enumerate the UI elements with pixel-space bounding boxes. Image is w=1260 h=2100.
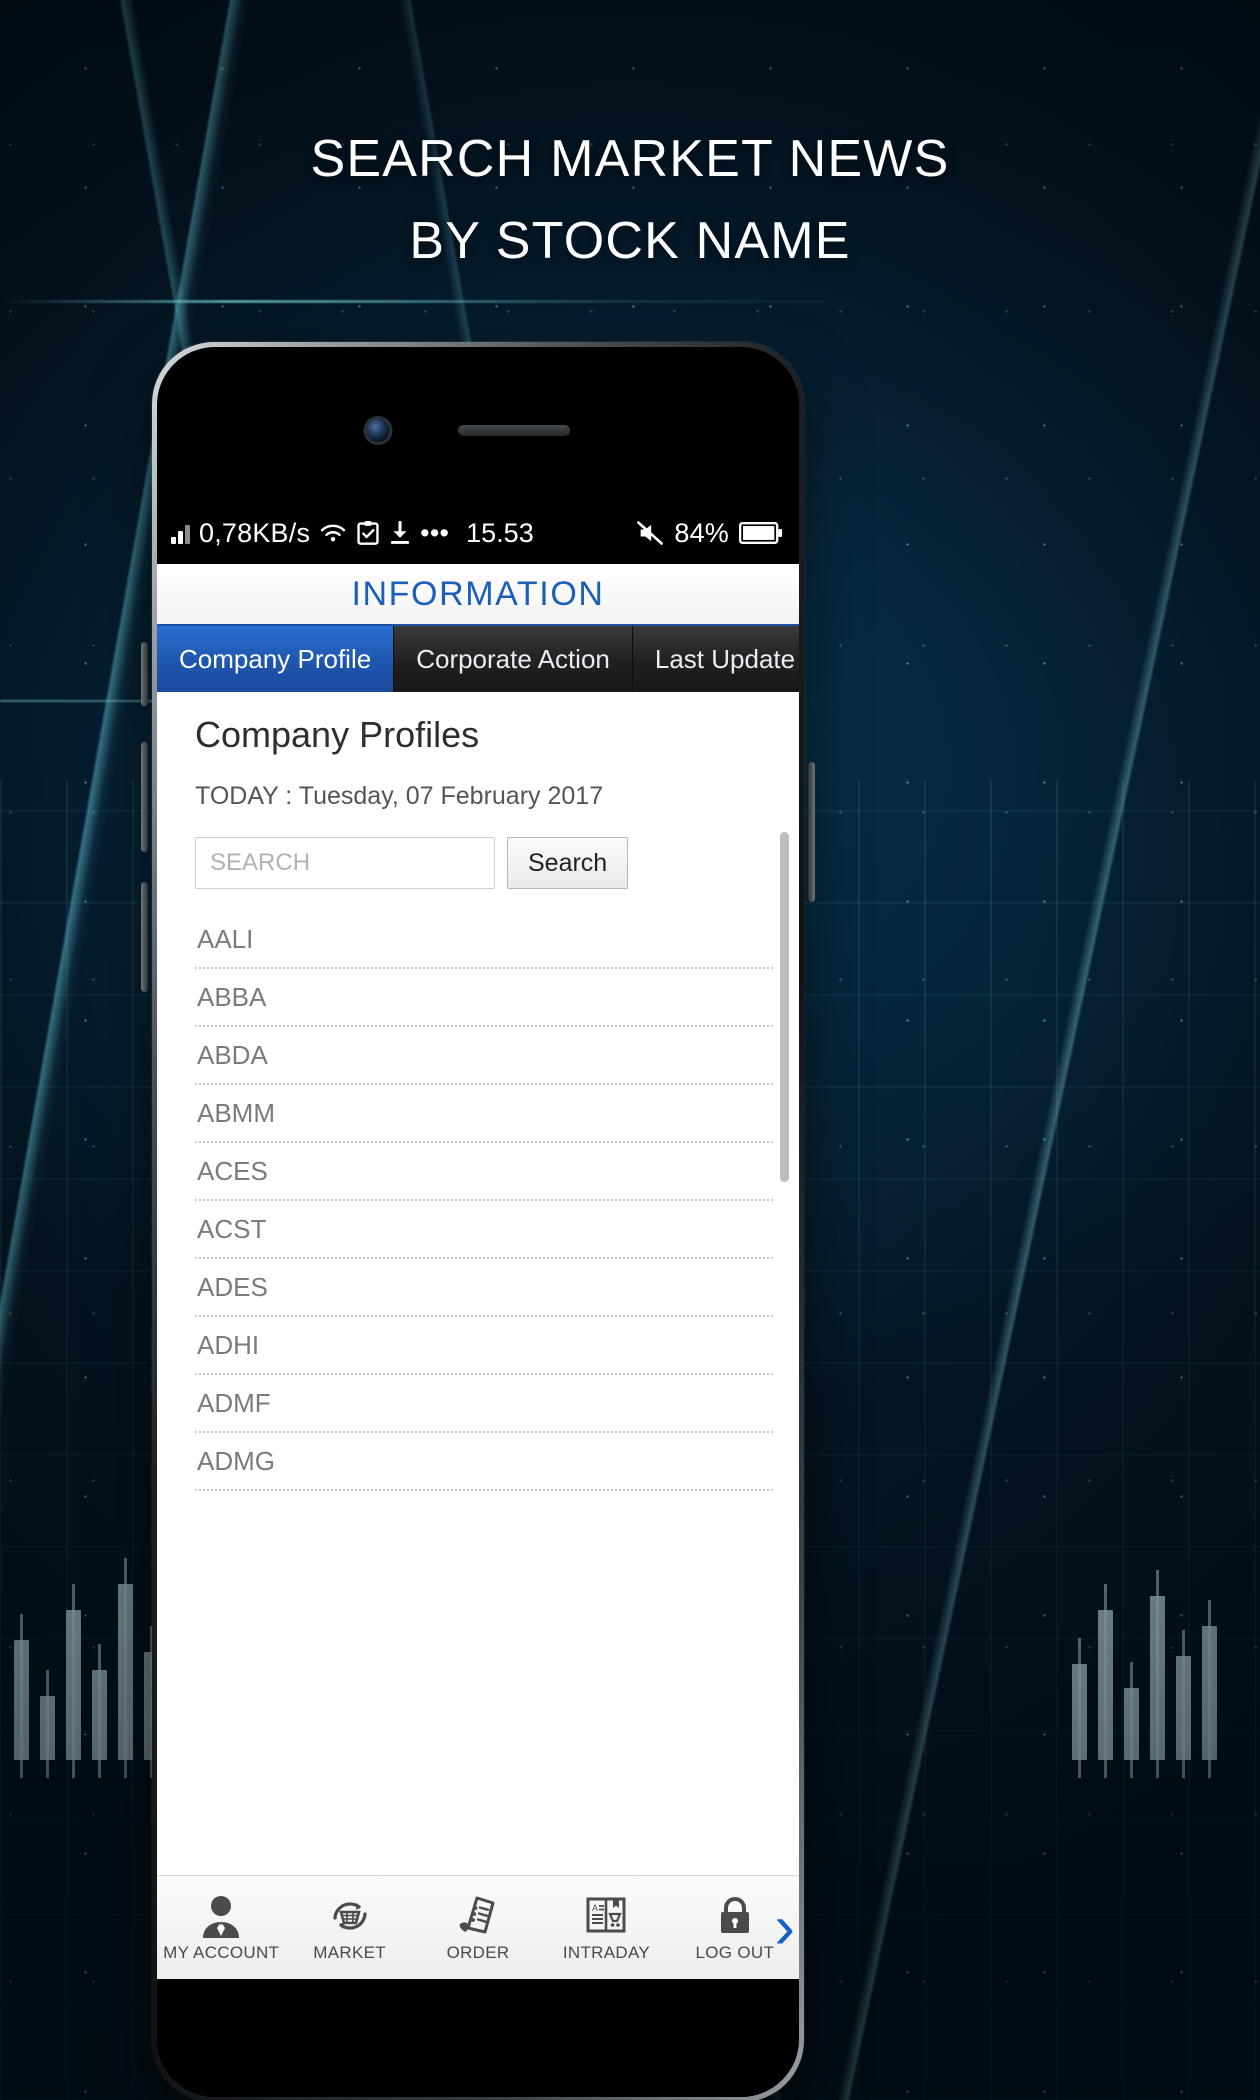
promo-stage: SEARCH MARKET NEWS BY STOCK NAME 0,78KB/… bbox=[0, 0, 1260, 2100]
list-item[interactable]: ABDA bbox=[195, 1027, 773, 1085]
user-account-icon bbox=[198, 1892, 244, 1938]
nav-item-my-account[interactable]: MY ACCOUNT bbox=[157, 1892, 285, 1963]
vertical-scrollbar[interactable] bbox=[780, 832, 789, 1182]
download-icon bbox=[389, 520, 411, 546]
list-item[interactable]: ABMM bbox=[195, 1085, 773, 1143]
content-heading: Company Profiles bbox=[195, 714, 480, 755]
nav-item-market[interactable]: MARKET bbox=[285, 1892, 413, 1963]
tab-corporate-action-label: Corporate Action bbox=[416, 643, 610, 674]
nav-item-intraday-label: INTRADAY bbox=[562, 1943, 650, 1962]
mute-icon bbox=[636, 520, 664, 546]
tab-last-update-label: Last Update bbox=[654, 643, 796, 674]
list-item[interactable]: ACST bbox=[195, 1201, 773, 1259]
bottom-navigation-bar: MY ACCOUNT MARKET ORDER A INTRADAY LOG O… bbox=[157, 1875, 799, 1979]
stock-ticker-label: ACES bbox=[197, 1155, 268, 1186]
front-camera-icon bbox=[366, 419, 390, 442]
battery-icon bbox=[739, 521, 783, 545]
tab-last-update[interactable]: Last Update bbox=[632, 626, 799, 692]
list-item[interactable]: ADHI bbox=[195, 1317, 773, 1375]
phone-body: 0,78KB/s ••• 15.53 84% INFORMATION Compa… bbox=[157, 347, 799, 2097]
list-item[interactable]: ABBA bbox=[195, 969, 773, 1027]
search-button[interactable]: Search bbox=[507, 837, 629, 889]
content-panel: Company Profiles TODAY : Tuesday, 07 Feb… bbox=[157, 692, 799, 1875]
list-item[interactable]: AALI bbox=[195, 911, 773, 969]
app-container: INFORMATION Company Profile Corporate Ac… bbox=[157, 564, 799, 1979]
earpiece-speaker bbox=[458, 425, 570, 436]
phone-screen: 0,78KB/s ••• 15.53 84% INFORMATION Compa… bbox=[157, 502, 799, 1979]
tab-bar: Company Profile Corporate Action Last Up… bbox=[157, 626, 799, 692]
battery-percent-label: 84% bbox=[674, 517, 729, 548]
today-date-label: TODAY : Tuesday, 07 February 2017 bbox=[195, 782, 604, 810]
wifi-icon bbox=[319, 522, 347, 544]
list-item[interactable]: ADMG bbox=[195, 1433, 773, 1491]
intraday-book-icon: A bbox=[583, 1892, 629, 1938]
phone-bottom-bezel bbox=[157, 1979, 799, 2097]
promo-headline-line-1: SEARCH MARKET NEWS bbox=[310, 130, 950, 188]
phone-mute-switch bbox=[141, 642, 148, 706]
nav-next-chevron-icon[interactable]: › bbox=[774, 1896, 795, 1959]
list-item[interactable]: ADES bbox=[195, 1259, 773, 1317]
padlock-icon bbox=[714, 1892, 756, 1938]
page-title: INFORMATION bbox=[351, 574, 605, 613]
clipboard-check-icon bbox=[356, 520, 380, 546]
stock-ticker-label: AALI bbox=[197, 923, 254, 954]
phone-power-button bbox=[808, 762, 815, 902]
search-row: Search bbox=[195, 837, 773, 889]
network-speed-label: 0,78KB/s bbox=[199, 517, 311, 548]
phone-mockup: 0,78KB/s ••• 15.53 84% INFORMATION Compa… bbox=[141, 342, 815, 2100]
nav-item-my-account-label: MY ACCOUNT bbox=[163, 1943, 280, 1962]
stock-ticker-label: ABMM bbox=[197, 1097, 275, 1128]
tab-company-profile[interactable]: Company Profile bbox=[157, 626, 395, 692]
nav-item-intraday[interactable]: A INTRADAY bbox=[542, 1892, 670, 1963]
list-item[interactable]: ACES bbox=[195, 1143, 773, 1201]
stock-ticker-label: ADMG bbox=[197, 1445, 275, 1476]
signal-bars-icon bbox=[171, 522, 190, 544]
stock-ticker-label: ADHI bbox=[197, 1329, 260, 1360]
stock-ticker-label: ADMF bbox=[197, 1387, 271, 1418]
status-bar: 0,78KB/s ••• 15.53 84% bbox=[157, 502, 799, 564]
stock-ticker-label: ABBA bbox=[197, 981, 267, 1012]
promo-headline: SEARCH MARKET NEWS BY STOCK NAME bbox=[0, 118, 1260, 282]
app-header: INFORMATION bbox=[157, 564, 799, 626]
nav-item-market-label: MARKET bbox=[313, 1943, 386, 1962]
svg-text:A: A bbox=[592, 1903, 598, 1913]
nav-item-log-out-label: LOG OUT bbox=[695, 1943, 775, 1962]
stock-list: AALI ABBA ABDA ABMM ACES ACST ADES ADHI … bbox=[195, 911, 773, 1491]
stock-ticker-label: ADES bbox=[197, 1271, 268, 1302]
more-dots-icon: ••• bbox=[420, 517, 450, 548]
order-list-icon bbox=[455, 1892, 501, 1938]
phone-volume-down-button bbox=[141, 882, 148, 992]
market-basket-icon bbox=[327, 1892, 373, 1938]
phone-volume-up-button bbox=[141, 742, 148, 852]
stock-ticker-label: ACST bbox=[197, 1213, 267, 1244]
search-input[interactable] bbox=[195, 837, 495, 889]
tab-corporate-action[interactable]: Corporate Action bbox=[394, 626, 633, 692]
clock-label: 15.53 bbox=[466, 517, 534, 548]
list-item[interactable]: ADMF bbox=[195, 1375, 773, 1433]
stock-ticker-label: ABDA bbox=[197, 1039, 268, 1070]
nav-item-order-label: ORDER bbox=[446, 1943, 510, 1962]
nav-item-order[interactable]: ORDER bbox=[414, 1892, 542, 1963]
promo-headline-line-2: BY STOCK NAME bbox=[409, 212, 851, 270]
tab-company-profile-label: Company Profile bbox=[179, 643, 372, 674]
